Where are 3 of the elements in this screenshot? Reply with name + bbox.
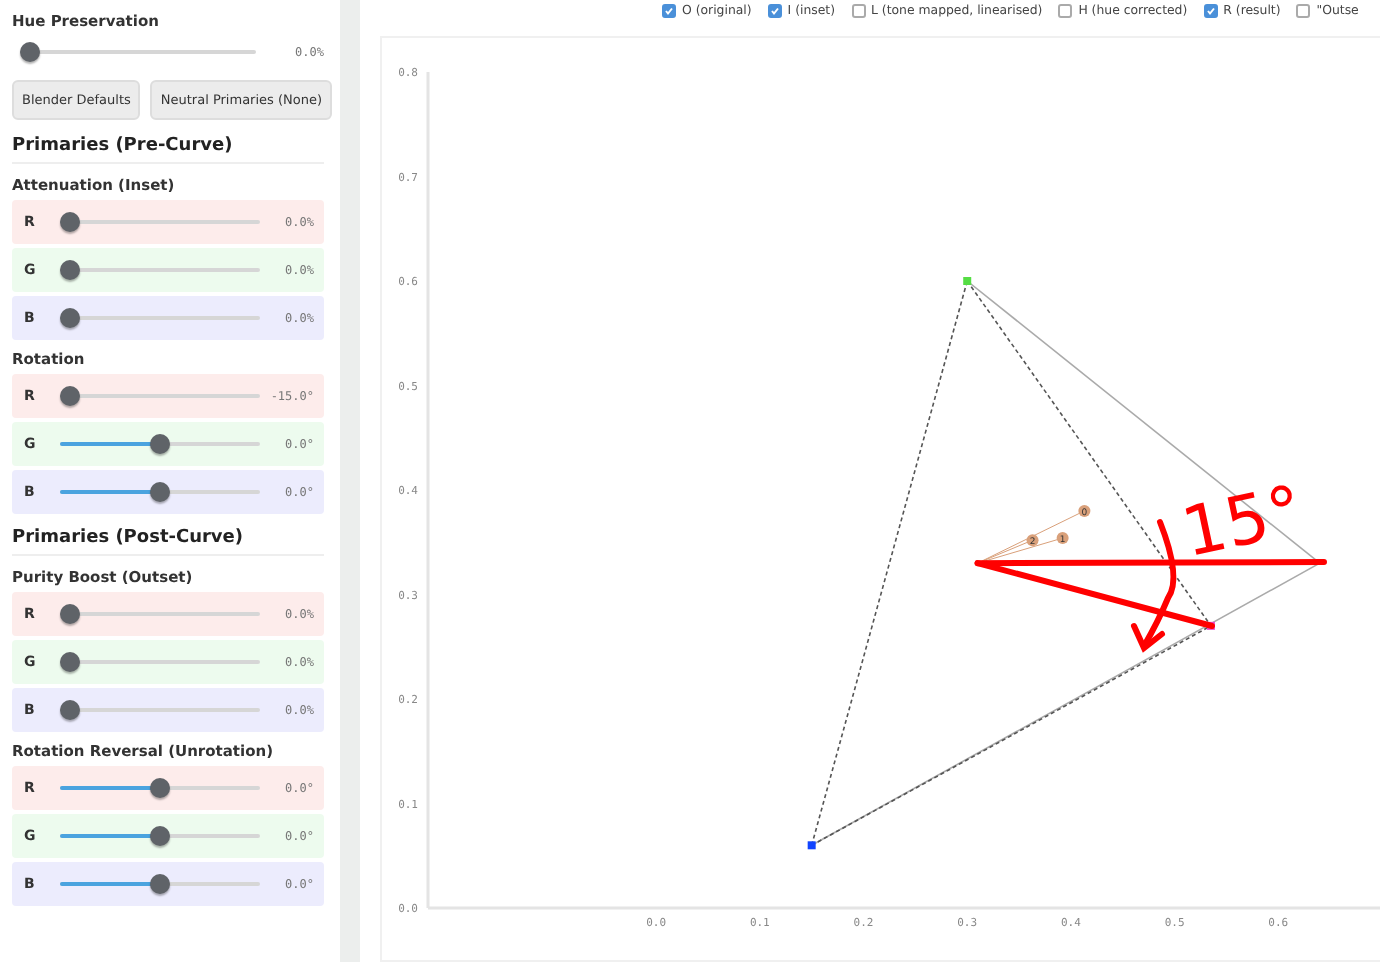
angle-annotation-label: 15° (1175, 470, 1310, 575)
section-heading: Primaries (Pre-Curve) (12, 136, 324, 164)
section-heading: Primaries (Post-Curve) (12, 528, 324, 556)
